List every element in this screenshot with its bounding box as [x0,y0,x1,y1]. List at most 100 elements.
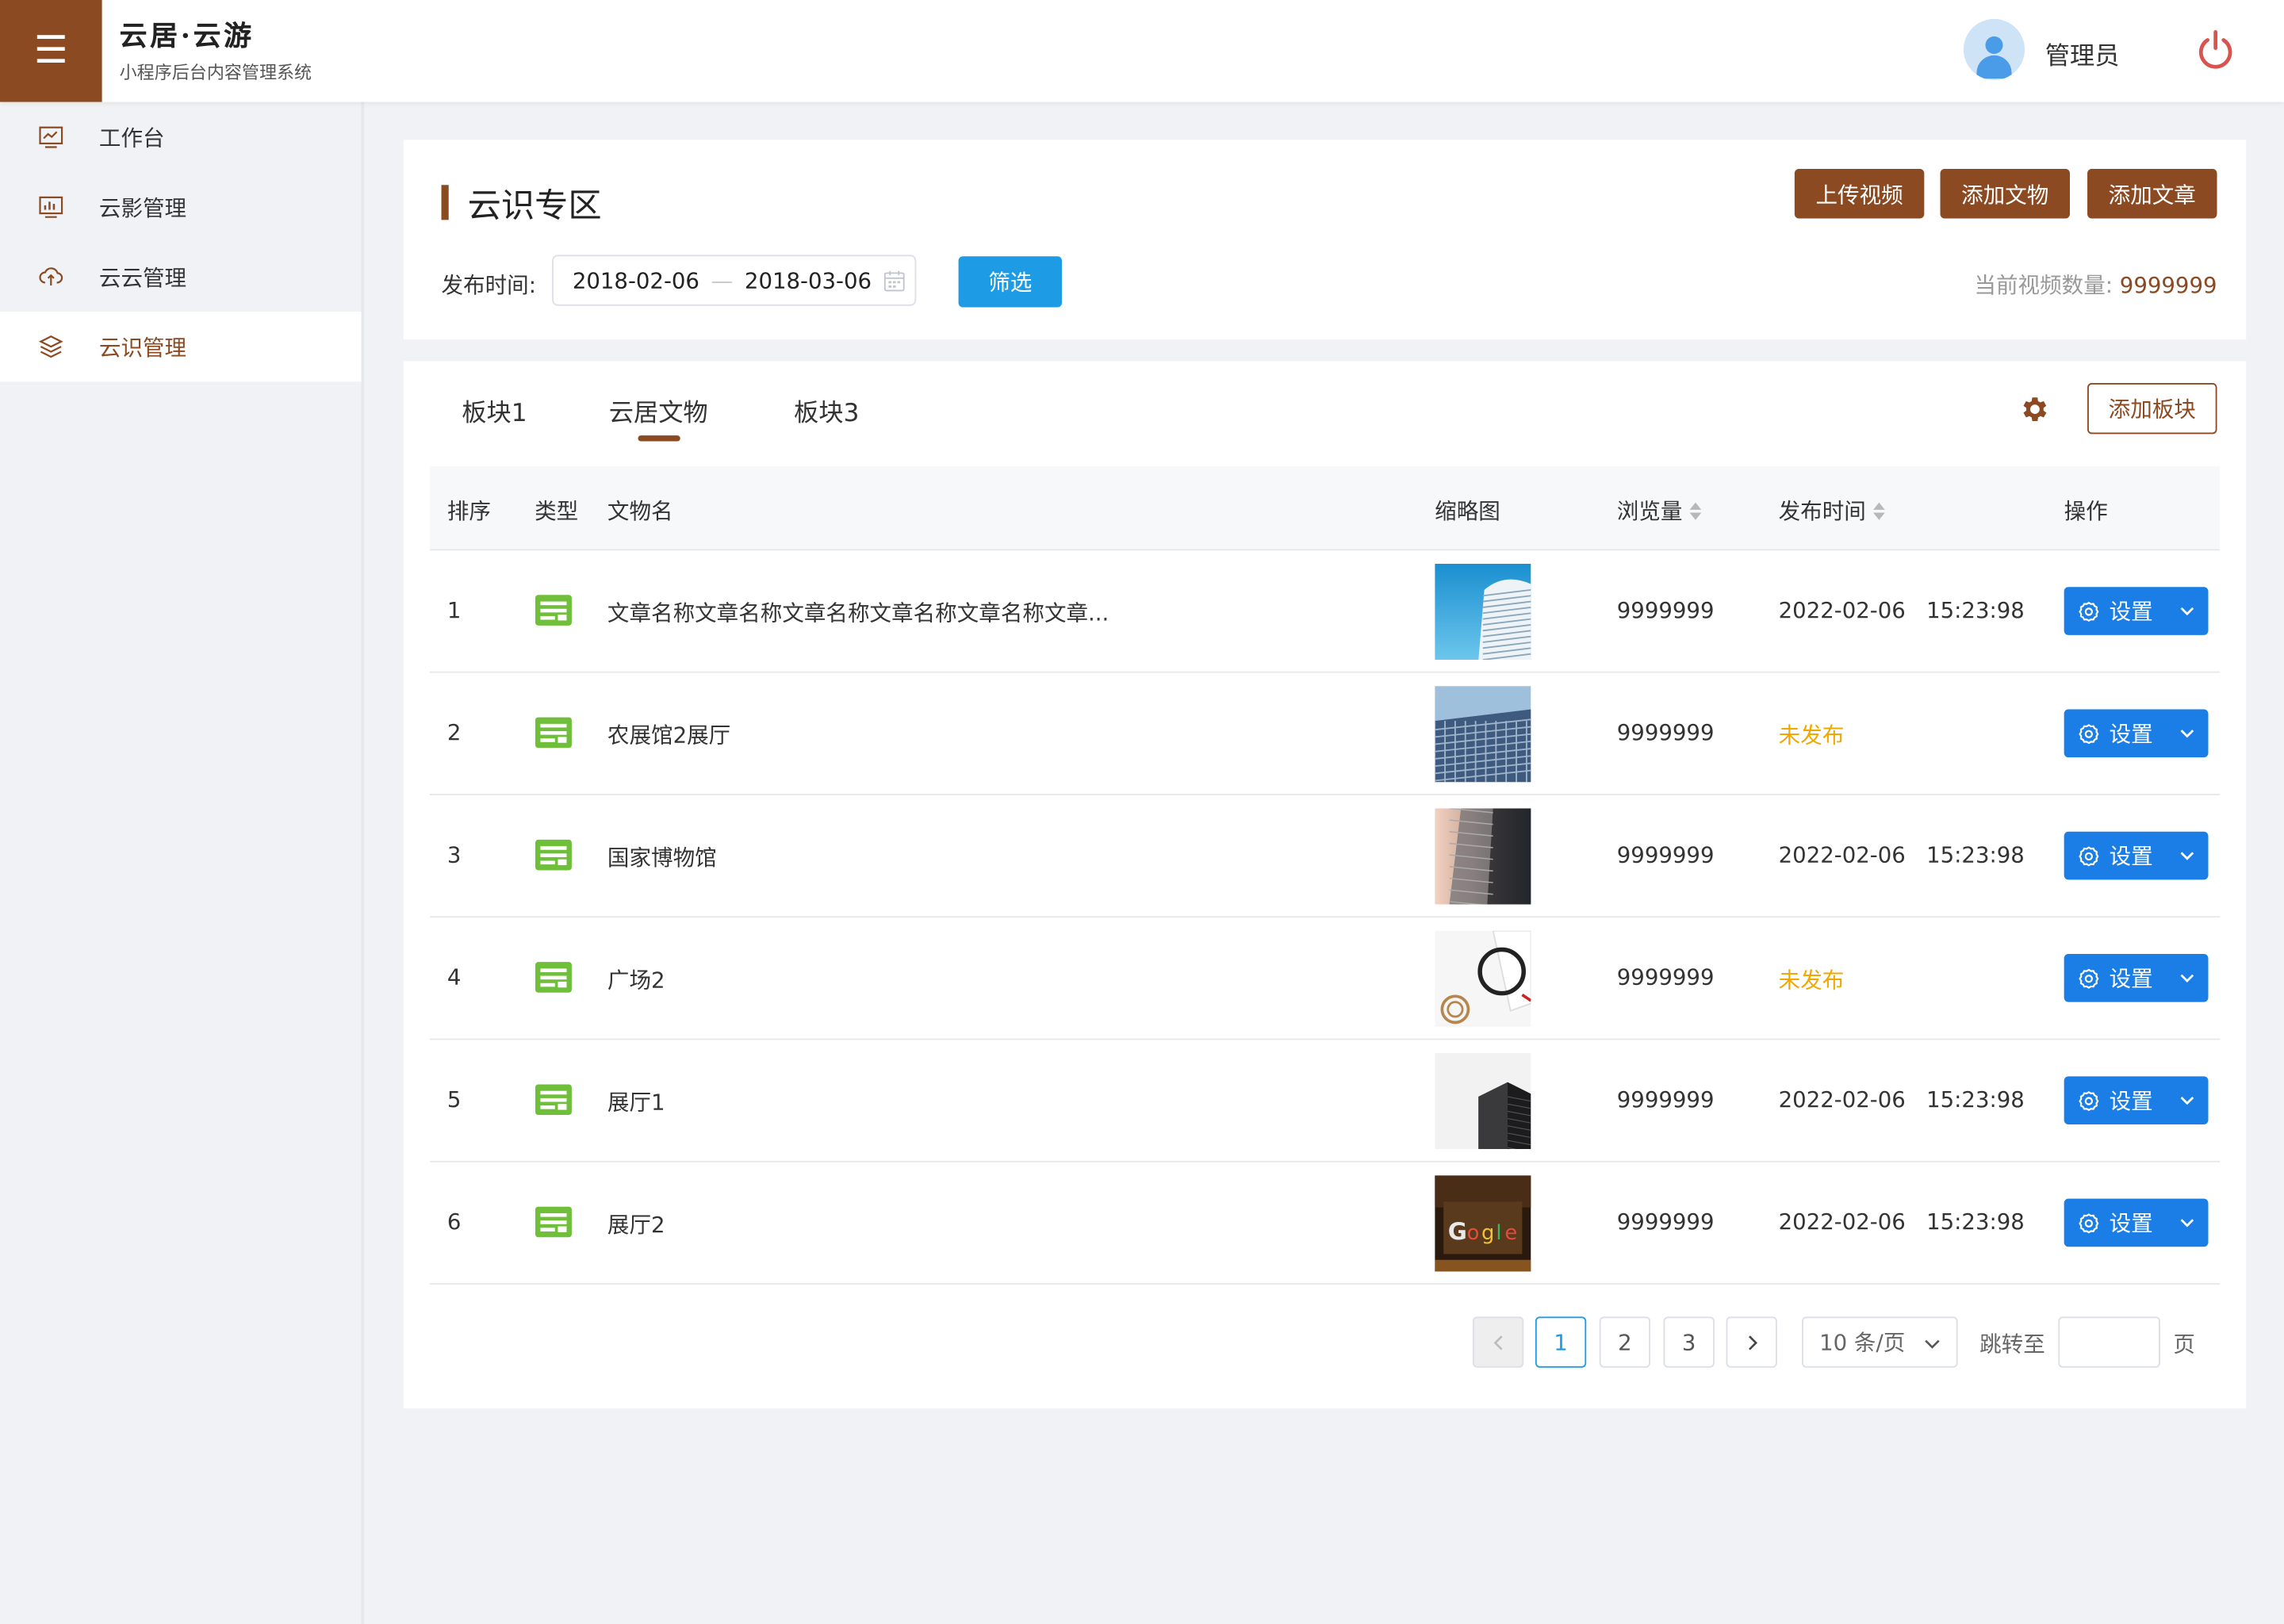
chevron-down-icon[interactable] [2179,1215,2195,1231]
sort-icon[interactable] [1689,501,1702,519]
jump-to-label: 跳转至 [1979,1331,2045,1358]
upload-video-button[interactable]: 上传视频 [1794,169,1925,219]
username[interactable]: 管理员 [2045,35,2120,71]
page-title: 云识专区 [467,187,602,226]
chevron-down-icon[interactable] [2179,603,2195,619]
table-header: 排序 类型 文物名 缩略图 浏览量 发布时间 操作 [429,465,2221,551]
gear-icon [2079,845,2099,866]
content-panel: 板块1 云居文物 板块3 添加板块 排序 类型 文物名 缩略图 浏览量 发布时间… [403,361,2247,1409]
sidebar-item-yunyun[interactable]: 云云管理 [0,242,362,312]
publish-time: 2022-02-06 15:23:98 [1778,1208,2025,1235]
settings-dropdown-button[interactable]: 设置 [2064,831,2209,880]
view-count: 9999999 [1616,597,1715,624]
page-1-button[interactable]: 1 [1535,1316,1587,1368]
artifact-name[interactable]: 国家博物馆 [607,842,717,873]
thumbnail-image[interactable] [1435,930,1531,1027]
col-views[interactable]: 浏览量 [1617,495,1702,526]
settings-label: 设置 [2109,965,2153,992]
view-count: 9999999 [1616,841,1715,868]
page-size-value: 10 条/页 [1819,1329,1906,1357]
artifact-name[interactable]: 广场2 [607,964,665,995]
date-start[interactable]: 2018-02-06 [573,267,699,293]
add-block-button[interactable]: 添加板块 [2087,383,2217,435]
gear-icon [2079,1212,2099,1233]
article-type-icon [535,961,573,993]
sidebar-item-workbench[interactable]: 工作台 [0,102,362,172]
row-order: 6 [446,1208,462,1235]
gear-icon[interactable] [2019,393,2051,425]
table-row: 5 展厅1 9999999 2022-02-06 15:23:98 设置 [429,1040,2221,1162]
avatar[interactable] [1963,18,2025,81]
table-row: 3 国家博物馆 9999999 2022-02-06 15:23:98 设置 [429,795,2221,918]
view-count: 9999999 [1616,1086,1715,1113]
settings-dropdown-button[interactable]: 设置 [2064,1076,2209,1124]
chevron-down-icon[interactable] [2179,970,2195,986]
sidebar-item-yunshi[interactable]: 云识管理 [0,312,362,382]
brand-title: 云居·云游 [119,20,255,53]
settings-dropdown-button[interactable]: 设置 [2064,1198,2209,1247]
view-count: 9999999 [1616,719,1715,746]
settings-dropdown-button[interactable]: 设置 [2064,709,2209,758]
artifact-name[interactable]: 文章名称文章名称文章名称文章名称文章名称文章... [607,597,1109,628]
svg-text:l: l [1496,1221,1501,1245]
jump-page-input[interactable] [2058,1316,2160,1368]
page-2-button[interactable]: 2 [1599,1316,1651,1368]
monitor-chart-icon [39,196,63,218]
menu-toggle-button[interactable]: ☰ [0,0,102,102]
table-row: 4 广场2 9999999 未发布 设置 [429,917,2221,1040]
date-end[interactable]: 2018-03-06 [745,267,872,293]
sidebar-item-yunying[interactable]: 云影管理 [0,172,362,242]
unpublished-status: 未发布 [1778,967,1845,994]
col-thumbnail: 缩略图 [1435,498,1500,525]
page-suffix-label: 页 [2173,1331,2195,1358]
svg-text:g: g [1481,1221,1494,1245]
artifact-name[interactable]: 农展馆2展厅 [607,719,730,750]
thumbnail-image[interactable] [1435,686,1531,783]
sidebar-item-label: 工作台 [98,124,165,151]
tab-label: 板块1 [462,399,527,429]
row-order: 1 [446,597,462,624]
layers-icon [38,335,63,358]
chevron-down-icon [1925,1339,1940,1349]
sidebar-item-label: 云影管理 [98,194,187,221]
publish-time: 2022-02-06 15:23:98 [1778,1086,2025,1113]
col-publish-time[interactable]: 发布时间 [1779,495,1885,526]
calendar-icon [883,270,905,292]
table-row: 1 文章名称文章名称文章名称文章名称文章名称文章... 9999999 2022-02… [429,550,2221,673]
artifact-name[interactable]: 展厅1 [607,1086,665,1117]
prev-page-button[interactable] [1472,1316,1524,1368]
publish-time: 2022-02-06 15:23:98 [1778,841,2025,868]
tab-label: 板块3 [794,399,860,429]
publish-time: 2022-02-06 15:23:98 [1778,597,2025,624]
chevron-down-icon[interactable] [2179,726,2195,741]
artifact-name[interactable]: 展厅2 [607,1208,665,1239]
artifact-table: 排序 类型 文物名 缩略图 浏览量 发布时间 操作 1 文章名称文章名称文章名称文… [429,465,2221,1285]
chevron-right-icon [1748,1335,1757,1350]
tab-block3[interactable]: 板块3 [794,392,859,428]
settings-label: 设置 [2109,598,2153,625]
tab-yunju-artifacts[interactable]: 云居文物 [609,392,708,442]
gear-icon [2079,600,2099,622]
sidebar-item-label: 云云管理 [98,264,187,291]
next-page-button[interactable] [1726,1316,1777,1368]
thumbnail-image[interactable] [1435,563,1531,661]
section-title: 云识专区 [441,178,602,227]
thumbnail-image[interactable] [1435,808,1531,905]
power-icon[interactable] [2194,28,2237,71]
date-range-picker[interactable]: 2018-02-06 — 2018-03-06 [552,255,917,306]
chevron-down-icon[interactable] [2179,1093,2195,1109]
add-article-button[interactable]: 添加文章 [2087,169,2217,219]
thumbnail-image[interactable]: Gogle [1435,1175,1531,1272]
thumbnail-image[interactable] [1435,1052,1531,1150]
tab-block1[interactable]: 板块1 [462,392,527,428]
settings-dropdown-button[interactable]: 设置 [2064,954,2209,1002]
page-3-button[interactable]: 3 [1663,1316,1715,1368]
sort-icon[interactable] [1873,501,1885,519]
settings-dropdown-button[interactable]: 设置 [2064,587,2209,635]
add-artifact-button[interactable]: 添加文物 [1940,169,2071,219]
video-count-label: 当前视频数量: [1974,272,2120,299]
page-size-select[interactable]: 10 条/页 [1802,1316,1958,1368]
filter-button[interactable]: 筛选 [958,256,1062,308]
chevron-down-icon[interactable] [2179,848,2195,864]
col-type: 类型 [535,498,579,525]
